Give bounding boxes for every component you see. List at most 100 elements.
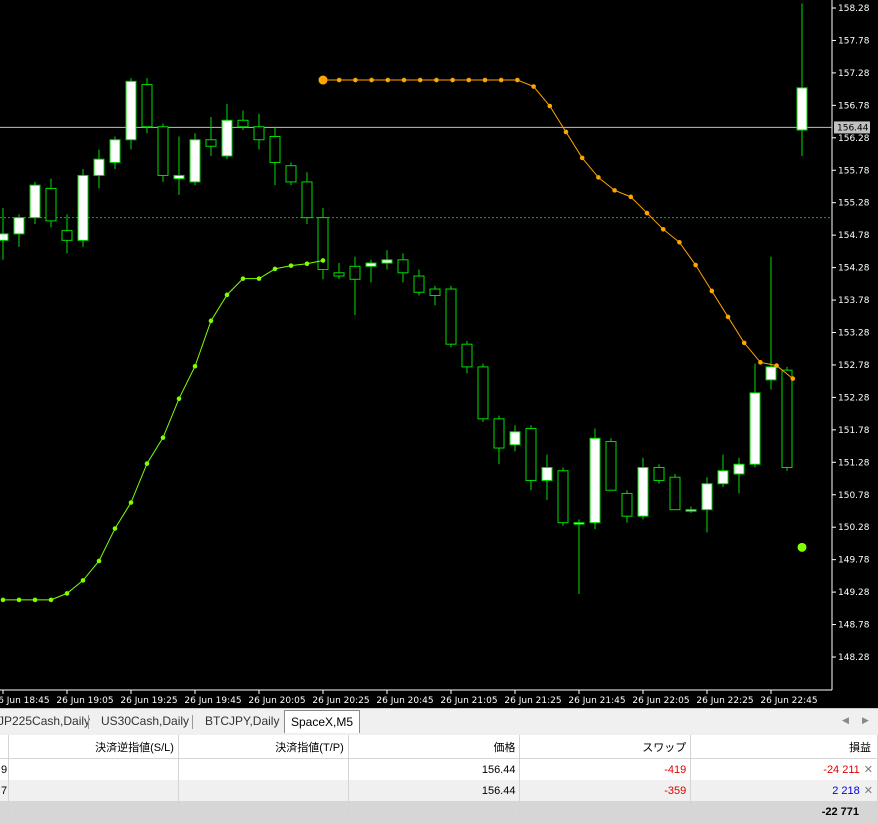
tp-cell[interactable] bbox=[178, 780, 349, 801]
y-tick-label: 155.28 bbox=[838, 199, 870, 209]
candle-body bbox=[109, 139, 121, 163]
candle-body bbox=[189, 139, 201, 183]
sl-cell[interactable] bbox=[8, 780, 179, 801]
candle-body bbox=[621, 492, 633, 517]
candle-body bbox=[365, 262, 377, 267]
x-tick-label: 26 Jun 22:45 bbox=[760, 696, 817, 706]
candle-body bbox=[13, 217, 25, 235]
orange-indicator-dot bbox=[434, 77, 439, 83]
sl-cell[interactable] bbox=[8, 758, 179, 780]
orange-indicator-dot bbox=[628, 194, 634, 200]
close-position-icon[interactable]: ✕ bbox=[864, 785, 873, 797]
candle-body bbox=[125, 80, 137, 141]
candle-body bbox=[653, 466, 665, 481]
swap-cell: -359 bbox=[519, 780, 692, 801]
total-profit: -22 771 bbox=[690, 801, 878, 823]
candle-body bbox=[0, 233, 9, 241]
tp-cell[interactable] bbox=[178, 758, 349, 780]
chart-area[interactable]: 158.28 157.78 157.28 156.78 156.28 155.78 155.… bbox=[0, 0, 878, 708]
orange-indicator-dot bbox=[741, 340, 747, 346]
candle-body bbox=[29, 184, 41, 219]
candle-body bbox=[589, 437, 601, 524]
candle-body bbox=[781, 369, 793, 468]
orange-indicator-dot bbox=[385, 77, 391, 83]
orange-indicator-dot bbox=[466, 77, 472, 83]
green-indicator-dot bbox=[192, 363, 198, 369]
green-indicator-dot bbox=[288, 263, 294, 268]
candle-body bbox=[221, 119, 233, 157]
candle-body bbox=[733, 463, 745, 475]
candle-body bbox=[157, 126, 169, 176]
close-position-icon[interactable]: ✕ bbox=[864, 764, 873, 776]
profit-value: -24 211 bbox=[823, 764, 860, 776]
tab-separator bbox=[88, 715, 89, 729]
candle-body bbox=[493, 418, 505, 449]
table-row[interactable]: 9 156.44 -419 -24 211 ✕ bbox=[0, 758, 878, 780]
green-indicator-dot bbox=[0, 597, 6, 603]
header-profit[interactable]: 損益 bbox=[690, 735, 878, 759]
tab-spacex[interactable]: SpaceX,M5 bbox=[284, 710, 361, 733]
candle-body bbox=[685, 509, 697, 512]
candle-body bbox=[93, 158, 105, 176]
green-indicator-dot bbox=[272, 266, 278, 272]
candle-body bbox=[461, 343, 473, 368]
candle-body bbox=[333, 272, 345, 277]
y-tick-label: 149.78 bbox=[838, 556, 870, 566]
orange-indicator-dot bbox=[531, 84, 536, 89]
green-indicator-dot bbox=[144, 461, 150, 466]
candle-body bbox=[269, 136, 281, 163]
green-indicator-dot bbox=[224, 292, 230, 298]
positions-table: 決済逆指値(S/L) 決済指値(T/P) 価格 スワップ 損益 9 156.44… bbox=[0, 735, 878, 823]
candle-body bbox=[445, 288, 457, 345]
y-tick-label: 150.28 bbox=[838, 523, 870, 533]
x-tick-label: 26 Jun 22:05 bbox=[632, 696, 689, 706]
tab-us30cash[interactable]: US30Cash,Daily bbox=[95, 711, 195, 732]
green-indicator-dot bbox=[797, 542, 807, 552]
header-sl[interactable]: 決済逆指値(S/L) bbox=[8, 735, 179, 759]
candle-body bbox=[541, 466, 553, 481]
candle-body bbox=[701, 483, 713, 511]
price-cell: 156.44 bbox=[348, 780, 521, 801]
table-row[interactable]: 7 156.44 -359 2 218 ✕ bbox=[0, 780, 878, 801]
y-tick-label: 153.28 bbox=[838, 329, 870, 339]
orange-indicator-dot bbox=[547, 103, 553, 109]
candle-body bbox=[285, 165, 297, 183]
orange-indicator-dot bbox=[482, 77, 488, 83]
orange-indicator-dot bbox=[579, 155, 585, 161]
x-tick-label: 26 Jun 21:45 bbox=[568, 696, 625, 706]
orange-indicator-dot bbox=[725, 314, 731, 320]
green-indicator-line bbox=[3, 259, 324, 601]
orange-indicator-dot bbox=[369, 77, 374, 83]
green-indicator-dot bbox=[176, 396, 182, 401]
orange-indicator-dot bbox=[693, 262, 698, 268]
orange-indicator-dot bbox=[401, 77, 407, 83]
scroll-left-icon[interactable]: ◀ bbox=[842, 715, 849, 726]
green-indicator-dot bbox=[240, 276, 246, 281]
candle-body bbox=[253, 126, 265, 141]
header-ticket[interactable] bbox=[0, 735, 10, 759]
y-tick-label: 154.78 bbox=[838, 231, 870, 241]
orange-indicator-dot bbox=[644, 210, 650, 216]
tab-jp225cash[interactable]: JP225Cash,Daily bbox=[0, 711, 96, 732]
header-tp[interactable]: 決済指値(T/P) bbox=[178, 735, 349, 759]
candle-body bbox=[765, 366, 777, 381]
y-tick-label: 149.28 bbox=[838, 588, 870, 598]
y-tick-label: 155.78 bbox=[838, 166, 870, 176]
header-swap[interactable]: スワップ bbox=[519, 735, 692, 759]
orange-indicator-dot bbox=[660, 227, 666, 232]
candle-body bbox=[605, 441, 617, 491]
table-header: 決済逆指値(S/L) 決済指値(T/P) 価格 スワップ 損益 bbox=[0, 735, 878, 759]
price-cell: 156.44 bbox=[348, 758, 521, 780]
header-price[interactable]: 価格 bbox=[348, 735, 521, 759]
orange-indicator-dot bbox=[596, 175, 601, 180]
tab-btcjpy[interactable]: BTCJPY,Daily bbox=[199, 711, 285, 732]
orange-indicator-dot bbox=[498, 77, 504, 83]
orange-indicator-dot bbox=[612, 188, 617, 193]
scroll-right-icon[interactable]: ▶ bbox=[862, 715, 869, 726]
orange-indicator-dot bbox=[709, 288, 715, 294]
candle-body bbox=[573, 522, 585, 525]
y-tick-label: 156.78 bbox=[838, 101, 870, 111]
total-row: -22 771 bbox=[0, 801, 878, 823]
price-chart[interactable]: 158.28 157.78 157.28 156.78 156.28 155.78 155.… bbox=[0, 0, 878, 708]
x-tick-label: 26 Jun 20:45 bbox=[376, 696, 433, 706]
